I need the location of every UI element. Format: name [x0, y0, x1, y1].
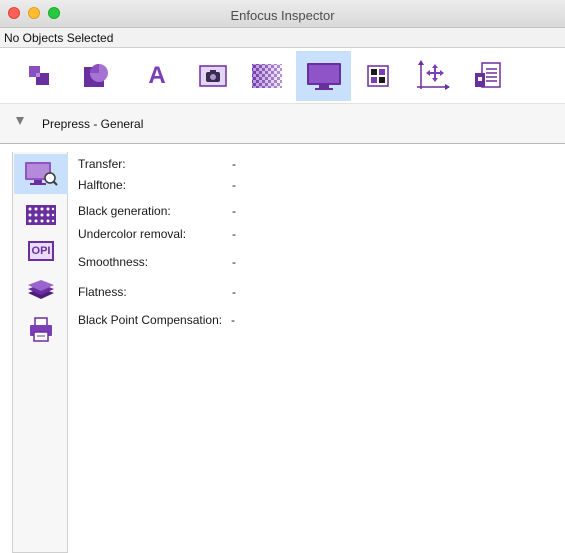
position-icon: [417, 60, 450, 90]
section-header-prepress-general[interactable]: Prepress - General: [0, 103, 565, 144]
monitor-search-icon: [25, 162, 58, 186]
window-title: Enfocus Inspector: [230, 8, 335, 23]
toolbar-prepress-button[interactable]: [296, 51, 351, 101]
property-row-flatness: Flatness: -: [78, 285, 558, 301]
property-row-transfer: Transfer: -: [78, 157, 558, 173]
toolbar-separation-button[interactable]: [352, 51, 404, 101]
property-row-halftone: Halftone: -: [78, 178, 558, 194]
color-separation-icon: [367, 65, 389, 87]
opi-icon: OPI: [27, 241, 55, 261]
shading-icon: [252, 64, 282, 88]
layers-icon: [28, 280, 54, 299]
property-label: Halftone:: [78, 178, 127, 192]
property-row-black-generation: Black generation: -: [78, 204, 558, 220]
halftone-icon: [26, 205, 56, 225]
property-label: Black Point Compensation:: [78, 313, 223, 327]
title-bar: Enfocus Inspector: [0, 0, 565, 28]
property-label: Flatness:: [78, 285, 127, 299]
sidebar-item-general[interactable]: [14, 154, 68, 194]
property-value: -: [232, 204, 236, 218]
property-row-undercolor-removal: Undercolor removal: -: [78, 227, 558, 243]
toolbar-image-button[interactable]: [187, 51, 239, 101]
property-label: Black generation:: [78, 204, 171, 218]
prepress-monitor-icon: [306, 63, 341, 90]
disclosure-triangle-icon[interactable]: [16, 117, 24, 125]
selection-status-bar: No Objects Selected: [0, 28, 565, 48]
toolbar-shading-button[interactable]: [241, 51, 293, 101]
toolbar-object-arrange-button[interactable]: [14, 51, 66, 101]
toolbar-document-button[interactable]: [462, 51, 514, 101]
shape-icon: [84, 64, 108, 87]
property-value: -: [232, 227, 236, 241]
property-row-black-point-compensation: Black Point Compensation: -: [78, 313, 558, 329]
text-icon: A: [148, 62, 166, 89]
property-value: -: [231, 313, 235, 327]
toolbar-text-button[interactable]: A: [131, 51, 183, 101]
object-arrange-icon: [29, 66, 49, 85]
property-value: -: [232, 285, 236, 299]
sidebar-item-printer[interactable]: [14, 314, 68, 346]
property-label: Smoothness:: [78, 255, 149, 269]
inspector-toolbar: A: [0, 49, 565, 102]
selection-status: No Objects Selected: [4, 31, 114, 45]
property-row-smoothness: Smoothness: -: [78, 255, 558, 271]
property-label: Transfer:: [78, 157, 126, 171]
document-info-icon: [475, 62, 501, 88]
sidebar-item-halftone[interactable]: [14, 202, 68, 228]
property-value: -: [232, 157, 236, 171]
prepress-subcategory-sidebar: OPI: [12, 152, 68, 553]
property-value: -: [232, 178, 236, 192]
property-value: -: [232, 255, 236, 269]
sidebar-item-layers[interactable]: [14, 276, 68, 304]
image-icon: [199, 65, 227, 87]
property-label: Undercolor removal:: [78, 227, 187, 241]
printer-icon: [30, 317, 52, 342]
sidebar-item-opi[interactable]: OPI: [14, 236, 68, 266]
prepress-panel: OPI Transfer: - Halftone: - Black genera…: [12, 152, 565, 553]
toolbar-shape-button[interactable]: [70, 51, 122, 101]
toolbar-position-button[interactable]: [407, 51, 459, 101]
section-title: Prepress - General: [42, 117, 144, 131]
